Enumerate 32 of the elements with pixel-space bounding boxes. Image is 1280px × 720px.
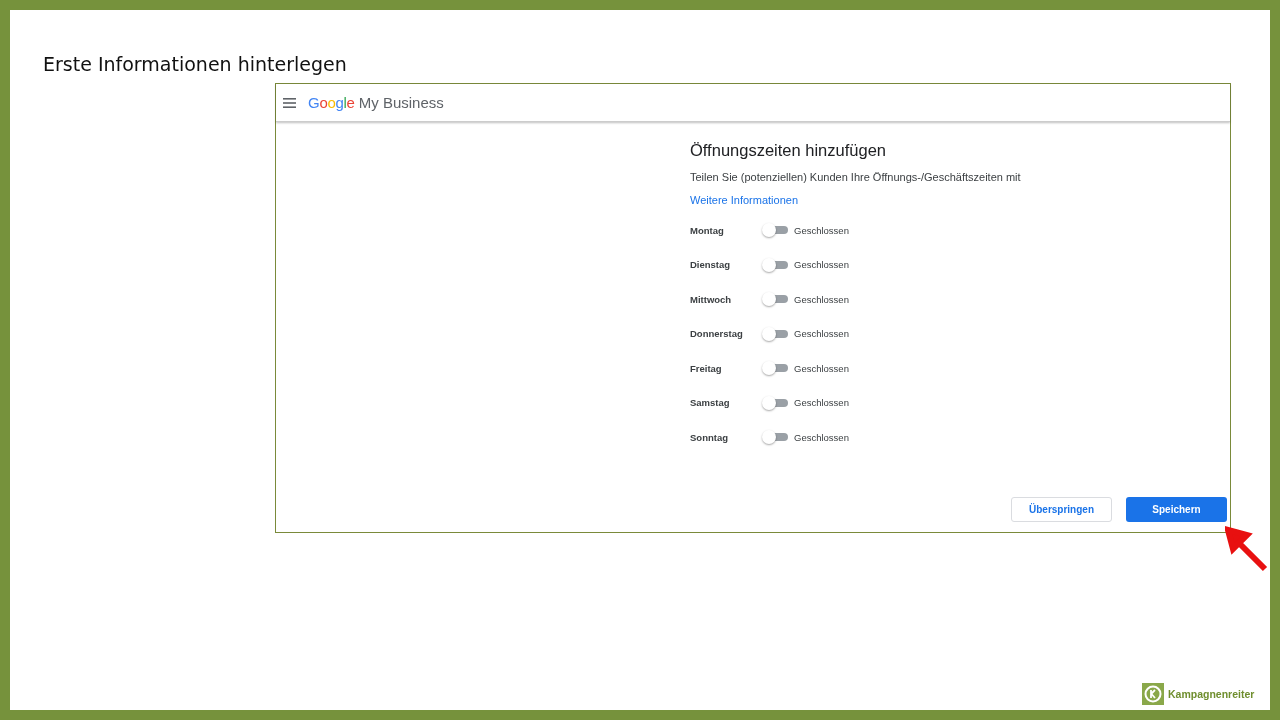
day-toggle[interactable]: [762, 326, 788, 341]
day-status: Geschlossen: [794, 259, 849, 270]
app-logo[interactable]: Google My Business: [308, 93, 444, 112]
day-status: Geschlossen: [794, 397, 849, 408]
day-status: Geschlossen: [794, 293, 849, 305]
day-label: Freitag: [690, 362, 723, 374]
day-label: Dienstag: [690, 259, 732, 270]
menu-icon[interactable]: [283, 97, 296, 108]
day-label: Montag: [690, 224, 725, 236]
form-description: Teilen Sie (potenziellen) Kunden Ihre Öffnungs-/Geschäftszeiten mit: [690, 170, 1022, 184]
day-toggle[interactable]: [762, 361, 788, 375]
day-status: Geschlossen: [794, 328, 849, 339]
day-toggle[interactable]: [762, 292, 788, 306]
day-label: Samstag: [690, 397, 731, 408]
footer-logo-text: Kampagnenreiter: [1168, 688, 1255, 700]
save-button[interactable]: Speichern: [1126, 497, 1227, 522]
day-toggle[interactable]: [762, 257, 788, 272]
day-status: Geschlossen: [794, 224, 849, 236]
day-status: Geschlossen: [794, 431, 849, 443]
k-logo-icon: [1142, 683, 1164, 705]
pointer-arrow: [1225, 525, 1269, 573]
day-toggle[interactable]: [762, 223, 788, 237]
day-toggle[interactable]: [762, 395, 788, 410]
day-toggle[interactable]: [762, 430, 788, 444]
day-status: Geschlossen: [794, 362, 849, 374]
day-label: Donnerstag: [690, 328, 744, 339]
skip-button[interactable]: Überspringen: [1011, 497, 1112, 522]
day-label: Mittwoch: [690, 293, 733, 305]
day-label: Sonntag: [690, 431, 729, 443]
slide-title: Erste Informationen hinterlegen: [43, 52, 348, 76]
more-info-link[interactable]: Weitere Informationen: [690, 193, 799, 207]
form-heading: Öffnungszeiten hinzufügen: [690, 140, 887, 160]
